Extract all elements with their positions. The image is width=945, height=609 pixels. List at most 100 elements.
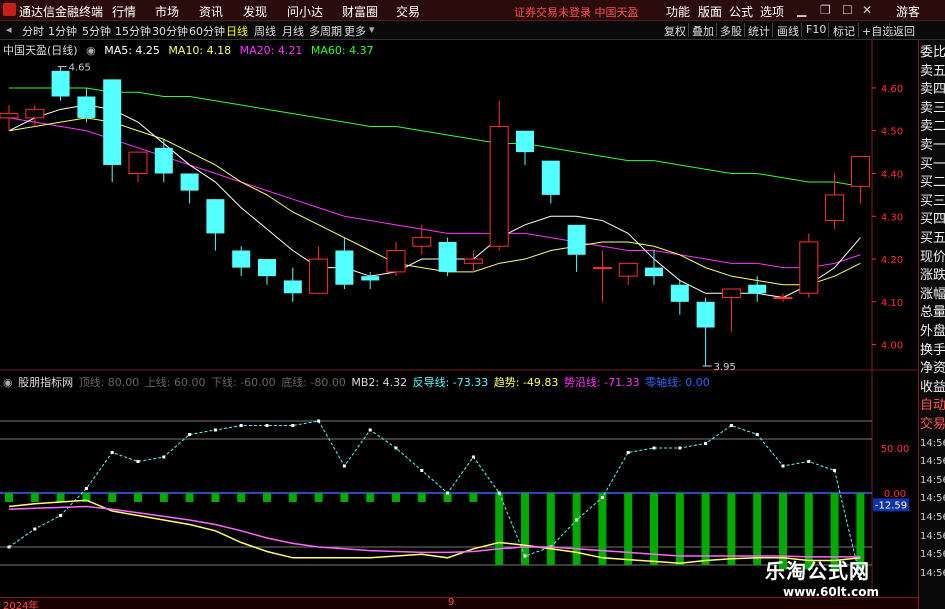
side-panel-item[interactable]: 收益: [920, 379, 945, 396]
tool-back[interactable]: 返回: [893, 23, 915, 39]
ma20-label: MA20: 4.21: [239, 44, 303, 57]
tool-adjust[interactable]: 复权: [664, 23, 686, 39]
tool-f10[interactable]: F10: [806, 23, 826, 36]
side-panel-item[interactable]: 卖四: [920, 81, 945, 98]
candle-body-down: [361, 276, 380, 281]
side-panel-item[interactable]: 外盘: [920, 323, 945, 340]
candle-body-down: [51, 70, 70, 97]
close-icon[interactable]: ✕: [862, 3, 872, 17]
side-panel-item[interactable]: 交易: [920, 416, 945, 433]
legend-toggle-icon[interactable]: ◉: [86, 44, 96, 57]
menu-trade[interactable]: 交易: [396, 3, 420, 20]
period-tab-1min[interactable]: 1分钟: [48, 23, 77, 39]
app-logo-icon: [3, 3, 16, 16]
quote-side-panel: 委比卖五 卖四卖三 卖二卖一买一 买二买三 买四买五现价 涨跌涨幅 总量外盘换手 净资收益 自动…: [918, 40, 945, 609]
side-panel-item[interactable]: 买四: [920, 211, 945, 228]
candle-body-up: [721, 288, 741, 299]
indicator-bar: [108, 493, 117, 502]
period-tab-monthly[interactable]: 月线: [282, 23, 304, 39]
side-panel-item[interactable]: 净资: [920, 360, 945, 377]
period-tab-multi[interactable]: 多周期: [309, 23, 342, 39]
restore-icon[interactable]: ❐: [820, 3, 831, 17]
side-panel-item[interactable]: 买五: [920, 230, 945, 247]
minimize-icon[interactable]: ▁: [797, 3, 806, 17]
side-panel-item[interactable]: 总量: [920, 304, 945, 321]
indicator-point: [600, 496, 604, 499]
indicator-bar: [572, 493, 581, 565]
year-label: 2024年: [3, 601, 39, 609]
menu-layout[interactable]: 版面: [698, 3, 722, 20]
indicator-bar: [211, 493, 220, 502]
login-notice[interactable]: 证券交易未登录 中国天盈: [514, 4, 639, 20]
menu-market[interactable]: 市场: [155, 3, 179, 20]
indicator-bar: [675, 493, 684, 565]
side-panel-item[interactable]: 卖五: [920, 63, 945, 80]
side-panel-item[interactable]: 买一: [920, 156, 945, 173]
menu-options[interactable]: 选项: [760, 3, 784, 20]
kline-chart[interactable]: 4.60 4.50 4.40 4.30 4.20 4.10 4.00 4.65 3.95 50.0…: [0, 40, 945, 609]
period-tab-more[interactable]: 更多: [344, 23, 366, 39]
candle-body-up: [128, 151, 148, 175]
indicator-point: [265, 424, 269, 427]
menu-ask[interactable]: 问小达: [287, 3, 323, 20]
side-panel-item[interactable]: 卖一: [920, 137, 945, 154]
indicator-bar: [185, 493, 194, 502]
candle-body-down: [258, 259, 276, 277]
indicator-point: [729, 424, 733, 427]
menu-market-quote[interactable]: 行情: [112, 3, 136, 20]
indicator-point: [317, 419, 321, 423]
menu-function[interactable]: 功能: [666, 3, 690, 20]
indicator-point: [781, 464, 785, 468]
side-panel-item[interactable]: 涨跌: [920, 267, 945, 284]
side-panel-item[interactable]: 自动: [920, 397, 945, 414]
period-tab-weekly[interactable]: 周线: [254, 23, 276, 39]
side-panel-item[interactable]: 委比: [920, 44, 945, 61]
indicator-point: [59, 514, 63, 517]
guest-user[interactable]: 游客: [896, 3, 920, 20]
indicator-bar: [392, 493, 400, 502]
period-tab-15min[interactable]: 15分钟: [115, 23, 151, 39]
period-tab-30min[interactable]: 30分钟: [152, 23, 188, 39]
tool-overlay[interactable]: 叠加: [692, 23, 714, 39]
low-label: 3.95: [714, 362, 736, 373]
trend-label: 趋势: -49.83: [493, 376, 559, 389]
side-panel-item[interactable]: 现价: [920, 249, 945, 266]
period-tab-timeshare[interactable]: 分时: [22, 23, 44, 39]
menu-wealth[interactable]: 财富圈: [342, 3, 378, 20]
side-panel-item[interactable]: 买二: [920, 174, 945, 191]
maximize-icon[interactable]: ☐: [842, 3, 853, 17]
candle-body-up: [25, 108, 45, 119]
tool-mark[interactable]: 标记: [833, 23, 855, 39]
candle-body-down: [516, 130, 534, 153]
indicator-toggle-icon[interactable]: ◉: [3, 376, 13, 389]
side-panel-item[interactable]: 涨幅: [920, 286, 945, 303]
indicator-name[interactable]: 股朋指标网: [18, 376, 73, 389]
side-panel-item[interactable]: 卖二: [920, 118, 945, 135]
left-arrow-icon[interactable]: ◂: [6, 23, 12, 36]
menu-news[interactable]: 资讯: [199, 3, 223, 20]
indicator-bar: [263, 493, 271, 502]
watermark-url: www.60lt.com: [783, 585, 880, 599]
indicator-point: [7, 545, 11, 549]
candle-body-up: [386, 250, 406, 273]
tool-stats[interactable]: 统计: [748, 23, 770, 39]
indicator-point: [239, 424, 243, 427]
tool-draw[interactable]: 画线: [777, 23, 799, 39]
fd-label: 反导线: -73.33: [412, 376, 489, 389]
candle-body-down: [77, 96, 96, 118]
side-panel-item: 14:56: [920, 567, 945, 579]
period-tab-daily[interactable]: 日线: [226, 23, 248, 39]
menu-formula[interactable]: 公式: [729, 3, 753, 20]
indicator-point: [807, 460, 811, 463]
side-panel-item[interactable]: 卖三: [920, 100, 945, 117]
tool-multi-stock[interactable]: 多股: [720, 23, 742, 39]
indicator-point: [652, 446, 656, 450]
side-panel-item[interactable]: 买三: [920, 193, 945, 210]
menu-discover[interactable]: 发现: [243, 3, 267, 20]
side-panel-item[interactable]: 换手: [920, 342, 945, 359]
period-tab-5min[interactable]: 5分钟: [82, 23, 111, 39]
more-dropdown-icon[interactable]: ▾: [369, 23, 375, 36]
indicator-bar: [753, 493, 762, 565]
side-panel-item: 14:56: [920, 493, 945, 505]
period-tab-60min[interactable]: 60分钟: [189, 23, 225, 39]
